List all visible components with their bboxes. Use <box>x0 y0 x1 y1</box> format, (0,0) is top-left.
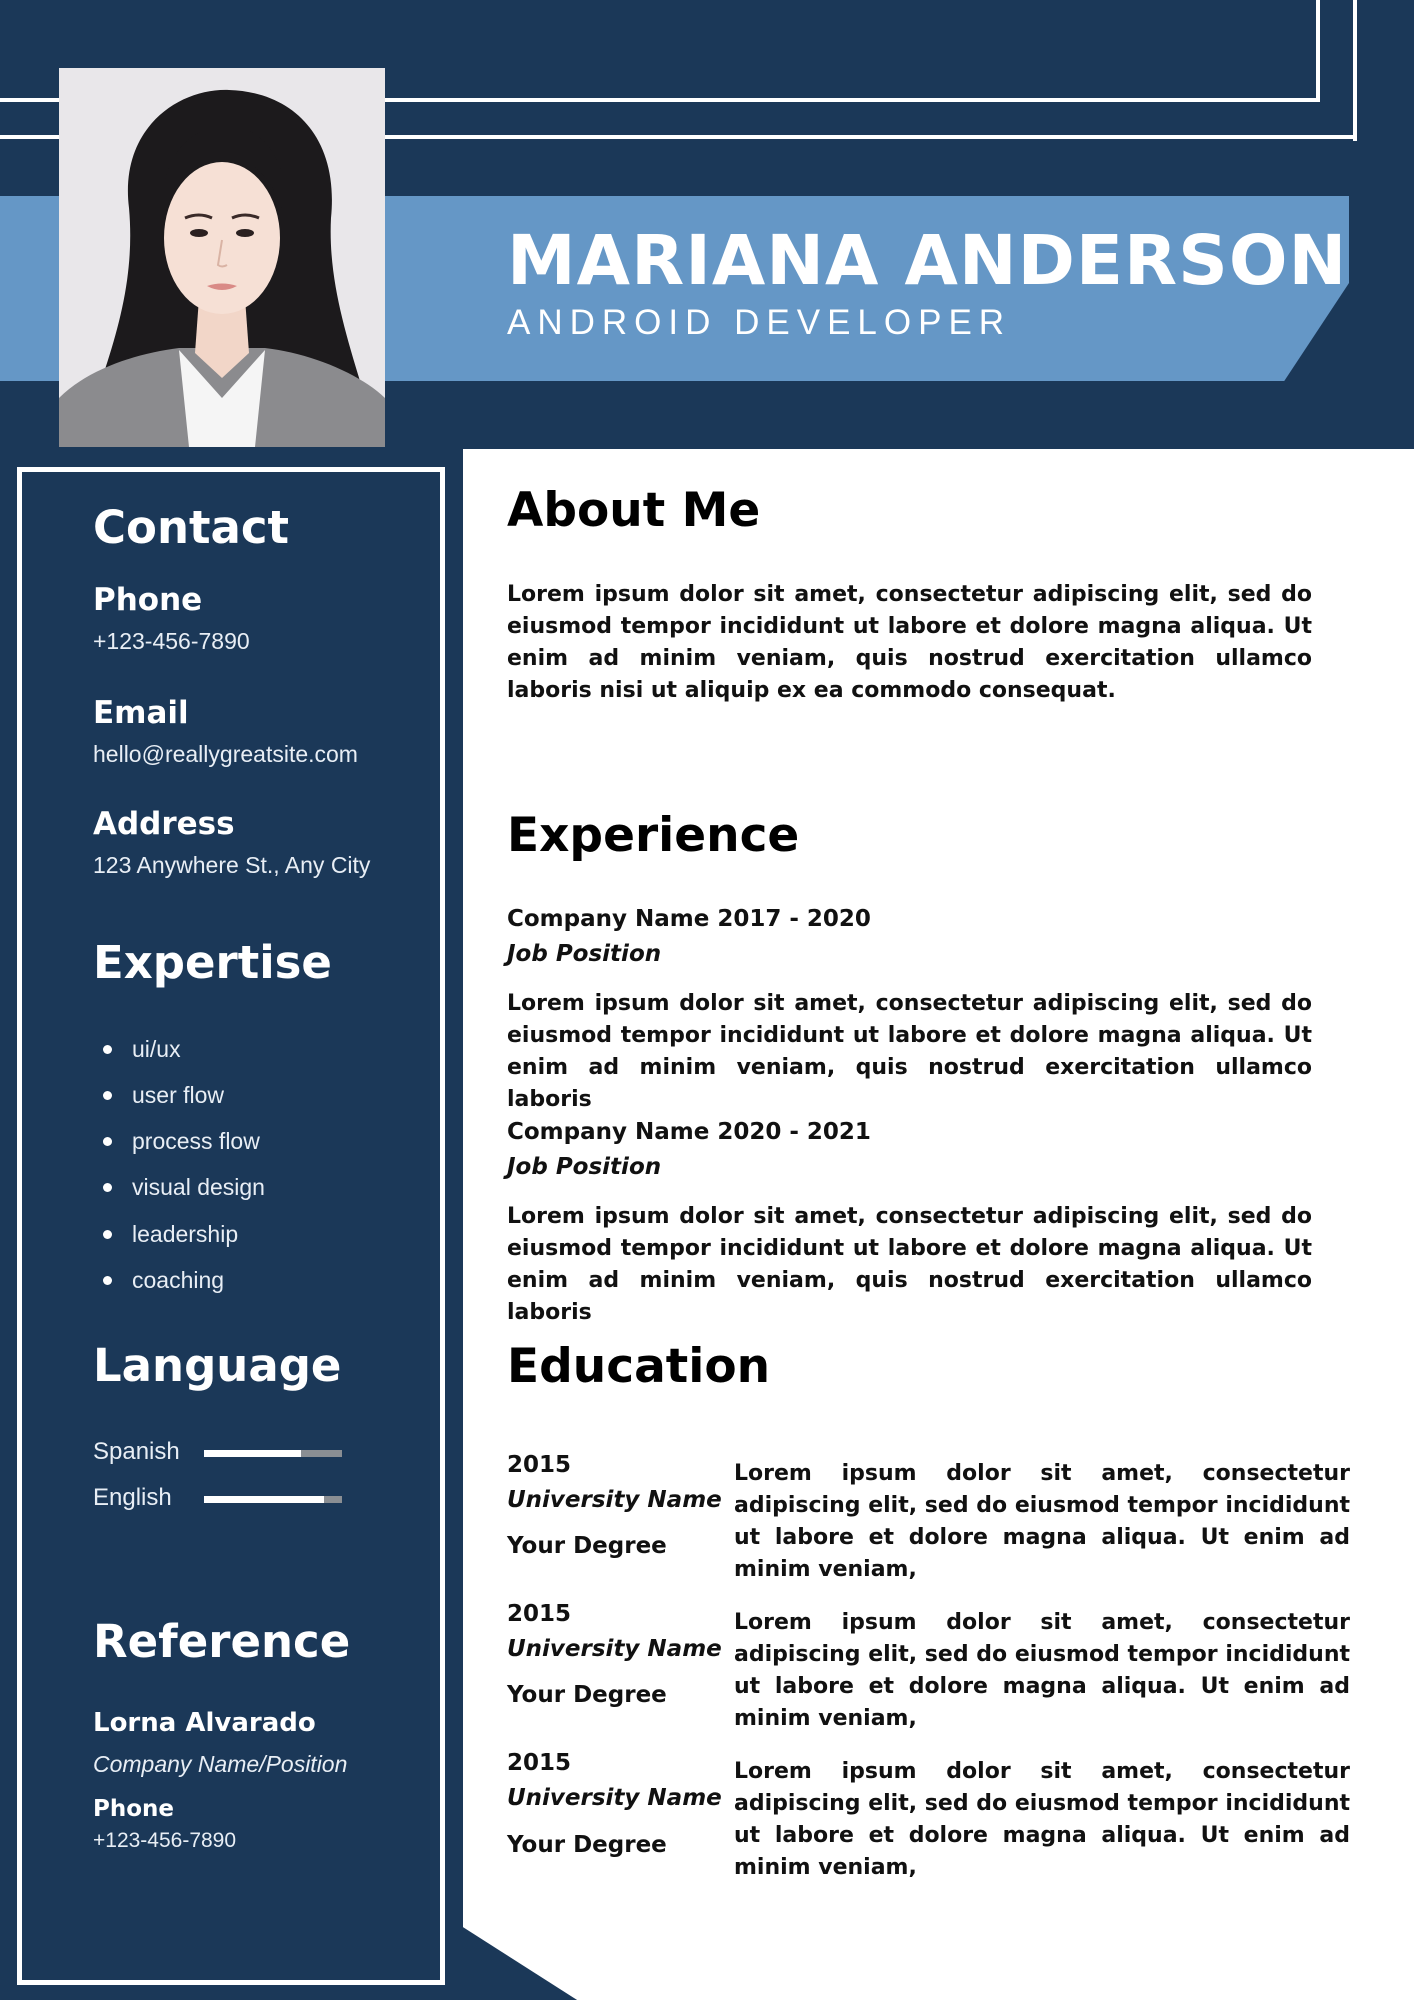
job-company: Company Name 2017 - 2020 <box>507 906 871 932</box>
language-bar-fill <box>204 1496 325 1503</box>
reference-phone-value: +123-456-7890 <box>93 1829 237 1852</box>
experience-heading: Experience <box>507 808 800 863</box>
education-degree: Your Degree <box>507 1832 667 1858</box>
reference-phone-label: Phone <box>93 1796 175 1822</box>
about-text: Lorem ipsum dolor sit amet, consectetur … <box>507 582 1312 703</box>
expertise-item-label: leadership <box>132 1221 239 1247</box>
profile-photo-illustration <box>59 68 385 447</box>
bullet-icon <box>103 1276 112 1285</box>
about-heading: About Me <box>507 483 761 538</box>
education-heading: Education <box>507 1339 771 1394</box>
bullet-icon <box>103 1045 112 1054</box>
reference-company: Company Name/Position <box>93 1751 348 1777</box>
language-label-spanish: Spanish <box>93 1438 180 1465</box>
profile-photo <box>59 68 385 447</box>
bullet-icon <box>103 1230 112 1239</box>
contact-email-label: Email <box>93 695 189 731</box>
job-title: ANDROID DEVELOPER <box>507 303 1012 342</box>
contact-phone-label: Phone <box>93 582 203 618</box>
education-university: University Name <box>507 1487 722 1513</box>
job-description: Lorem ipsum dolor sit amet, consectetur … <box>507 991 1312 1112</box>
expertise-item-label: process flow <box>132 1128 260 1154</box>
expertise-heading: Expertise <box>93 936 332 989</box>
education-year: 2015 <box>507 1601 572 1627</box>
frame-line-inner-right <box>1316 0 1320 102</box>
language-bar-spanish <box>204 1450 342 1457</box>
frame-line-outer-right <box>1353 0 1357 141</box>
bullet-icon <box>103 1137 112 1146</box>
job-description: Lorem ipsum dolor sit amet, consectetur … <box>507 1204 1312 1325</box>
language-heading: Language <box>93 1339 342 1392</box>
education-description: Lorem ipsum dolor sit amet, consectetur … <box>734 1759 1350 1880</box>
expertise-item-label: visual design <box>132 1174 265 1200</box>
reference-heading: Reference <box>93 1615 351 1668</box>
job-position: Job Position <box>507 941 662 967</box>
education-year: 2015 <box>507 1750 572 1776</box>
education-degree: Your Degree <box>507 1682 667 1708</box>
expertise-item-label: ui/ux <box>132 1036 181 1062</box>
expertise-item-label: coaching <box>132 1267 225 1293</box>
language-label-english: English <box>93 1484 172 1511</box>
bullet-icon <box>103 1091 112 1100</box>
reference-name: Lorna Alvarado <box>93 1708 316 1738</box>
language-bar-english <box>204 1496 342 1503</box>
contact-heading: Contact <box>93 501 290 554</box>
education-year: 2015 <box>507 1452 572 1478</box>
education-university: University Name <box>507 1785 722 1811</box>
education-degree: Your Degree <box>507 1533 667 1559</box>
contact-phone-value: +123-456-7890 <box>93 628 250 654</box>
education-description: Lorem ipsum dolor sit amet, consectetur … <box>734 1461 1350 1582</box>
education-university: University Name <box>507 1636 722 1662</box>
language-bar-fill <box>204 1450 301 1457</box>
expertise-item-label: user flow <box>132 1082 225 1108</box>
person-name: MARIANA ANDERSON <box>507 221 1348 301</box>
job-position: Job Position <box>507 1154 662 1180</box>
contact-address-label: Address <box>93 806 235 842</box>
contact-address-value: 123 Anywhere St., Any City <box>93 852 371 878</box>
job-company: Company Name 2020 - 2021 <box>507 1119 871 1145</box>
contact-email-value: hello@reallygreatsite.com <box>93 741 358 767</box>
education-description: Lorem ipsum dolor sit amet, consectetur … <box>734 1610 1350 1731</box>
bullet-icon <box>103 1183 112 1192</box>
